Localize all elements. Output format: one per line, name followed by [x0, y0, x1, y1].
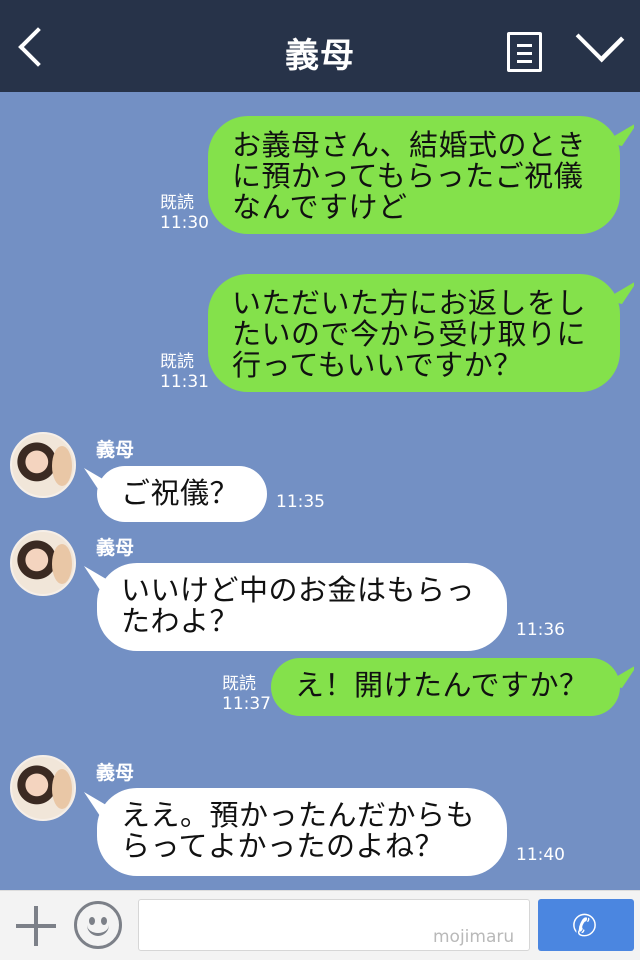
header: 義母	[0, 0, 640, 92]
read-status: 既読	[160, 352, 194, 372]
plus-icon[interactable]	[16, 906, 56, 946]
sent-message[interactable]: いただいた方にお返しをしたいので今から受け取りに行ってもいいですか？	[208, 274, 620, 392]
call-button[interactable]: ✆	[538, 899, 634, 951]
sent-message[interactable]: お義母さん、結婚式のときに預かってもらったご祝儀なんですけど	[208, 116, 620, 234]
sender-name: 義母	[96, 762, 135, 784]
received-message[interactable]: ご祝儀？	[97, 466, 267, 522]
message-time: 11:37	[222, 694, 271, 714]
input-bar: mojimaru ✆	[0, 890, 640, 960]
message-time: 11:35	[276, 492, 325, 512]
watermark: mojimaru	[433, 927, 515, 947]
message-time: 11:36	[516, 620, 565, 640]
received-message[interactable]: ええ。預かったんだからもらってよかったのよね？	[97, 788, 507, 876]
sender-name: 義母	[96, 537, 135, 559]
message-text: ご祝儀？	[121, 476, 240, 510]
message-meta: 既読 11:37	[222, 674, 271, 714]
message-text: え！開けたんですか？	[295, 668, 589, 702]
message-meta: 既読 11:31	[160, 352, 209, 392]
message-time: 11:30	[160, 213, 209, 233]
sender-name: 義母	[96, 439, 135, 461]
message-meta: 既読 11:30	[160, 193, 209, 233]
avatar[interactable]	[10, 755, 76, 821]
message-text: ええ。預かったんだからもらってよかったのよね？	[121, 798, 476, 863]
message-text: いただいた方にお返しをしたいので今から受け取りに行ってもいいですか？	[232, 286, 587, 382]
read-status: 既読	[160, 193, 194, 213]
message-time: 11:31	[160, 372, 209, 392]
sent-message[interactable]: え！開けたんですか？	[271, 658, 620, 716]
message-text: お義母さん、結婚式のときに預かってもらったご祝儀なんですけど	[232, 128, 587, 224]
avatar[interactable]	[10, 530, 76, 596]
menu-icon[interactable]	[507, 32, 542, 72]
message-time: 11:40	[516, 845, 565, 865]
phone-icon: ✆	[572, 909, 598, 944]
smile-icon[interactable]	[74, 901, 122, 949]
avatar[interactable]	[10, 432, 76, 498]
received-message[interactable]: いいけど中のお金はもらったわよ？	[97, 563, 507, 651]
read-status: 既読	[222, 674, 256, 694]
chat-title: 義母	[285, 36, 355, 76]
message-text: いいけど中のお金はもらったわよ？	[121, 573, 476, 638]
